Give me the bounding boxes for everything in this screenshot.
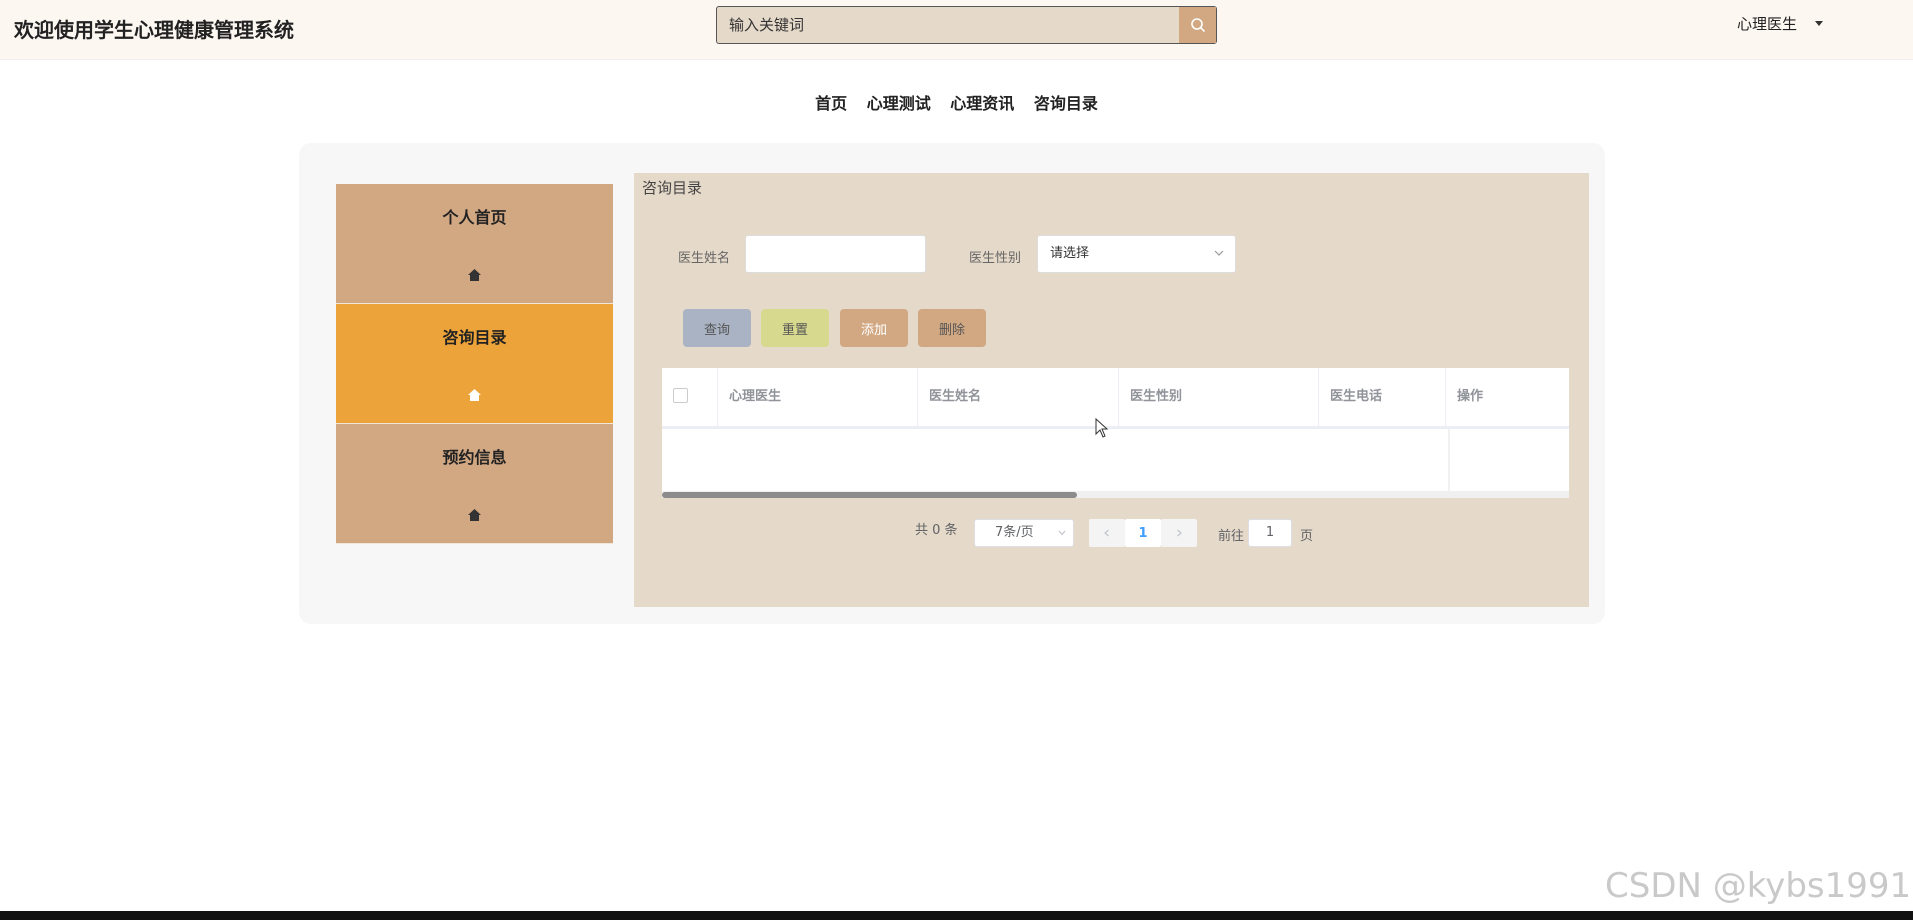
main-nav: 首页 心理测试 心理资讯 咨询目录 — [0, 90, 1913, 114]
delete-button[interactable]: 删除 — [918, 309, 986, 347]
chevron-down-icon — [1058, 530, 1066, 536]
table-scrollbar[interactable] — [662, 492, 1077, 498]
search-button[interactable] — [1179, 7, 1216, 43]
sidebar-item-personal-home[interactable]: 个人首页 — [336, 184, 613, 304]
mouse-cursor-icon — [1095, 418, 1109, 438]
sidebar-item-label: 个人首页 — [442, 208, 507, 227]
chevron-down-icon — [1214, 250, 1224, 256]
doctor-name-label: 医生姓名 — [678, 251, 731, 266]
page-size-select[interactable]: 7条/页 — [974, 519, 1074, 547]
doctor-gender-select[interactable]: 请选择 — [1037, 235, 1236, 273]
query-button[interactable]: 查询 — [683, 309, 751, 347]
main-panel: 个人首页 咨询目录 预约信息 咨询目录 医生姓名 医生性别 请选择 查询 重置 … — [299, 143, 1605, 624]
app-title: 欢迎使用学生心理健康管理系统 — [14, 18, 294, 42]
content-title: 咨询目录 — [642, 179, 703, 197]
bottom-bar — [0, 911, 1913, 920]
column-header: 心理医生 — [718, 368, 918, 426]
nav-psych-test[interactable]: 心理测试 — [867, 94, 931, 113]
page-number[interactable]: 1 — [1125, 519, 1161, 547]
next-page-button[interactable] — [1161, 519, 1197, 547]
goto-page-input[interactable]: 1 — [1248, 519, 1292, 547]
nav-psych-news[interactable]: 心理资讯 — [950, 94, 1014, 113]
sidebar-item-label: 咨询目录 — [442, 328, 507, 347]
add-button[interactable]: 添加 — [840, 309, 908, 347]
table-header: 心理医生 医生姓名 医生性别 医生电话 操作 — [662, 368, 1569, 429]
caret-down-icon — [1815, 21, 1824, 26]
fixed-column-divider — [1448, 429, 1450, 494]
goto-label: 前往 — [1218, 529, 1245, 544]
search-box — [716, 6, 1217, 44]
search-input[interactable] — [717, 7, 1180, 43]
doctor-name-input[interactable] — [745, 235, 926, 273]
user-menu[interactable]: 心理医生 — [1737, 13, 1824, 34]
data-table: 心理医生 医生姓名 医生性别 医生电话 操作 — [662, 368, 1569, 498]
home-icon — [468, 389, 481, 401]
home-icon — [468, 269, 481, 281]
search-icon — [1190, 18, 1205, 33]
column-header: 医生姓名 — [918, 368, 1119, 426]
total-count: 共 0 条 — [915, 523, 958, 538]
home-icon — [468, 509, 481, 521]
top-bar: 欢迎使用学生心理健康管理系统 心理医生 — [0, 0, 1913, 60]
sidebar-item-consult-directory[interactable]: 咨询目录 — [336, 304, 613, 424]
user-label: 心理医生 — [1737, 15, 1798, 33]
doctor-gender-label: 医生性别 — [969, 251, 1022, 266]
prev-page-button[interactable] — [1089, 519, 1125, 547]
page-suffix: 页 — [1300, 529, 1314, 544]
content-area: 咨询目录 医生姓名 医生性别 请选择 查询 重置 添加 删除 心理医生 医生姓名… — [634, 173, 1589, 607]
select-all-checkbox[interactable] — [673, 388, 688, 403]
nav-home[interactable]: 首页 — [815, 94, 847, 113]
page-size-value: 7条/页 — [995, 525, 1034, 540]
column-header: 医生性别 — [1119, 368, 1319, 426]
select-all-cell — [662, 368, 718, 426]
watermark: CSDN @kybs1991 — [1605, 866, 1912, 906]
nav-consult-directory[interactable]: 咨询目录 — [1034, 94, 1098, 113]
chevron-left-icon — [1104, 529, 1109, 537]
sidebar: 个人首页 咨询目录 预约信息 — [336, 184, 613, 544]
reset-button[interactable]: 重置 — [761, 309, 829, 347]
sidebar-item-label: 预约信息 — [442, 448, 507, 467]
select-placeholder: 请选择 — [1050, 246, 1090, 261]
column-header: 医生电话 — [1319, 368, 1446, 426]
column-header: 操作 — [1457, 389, 1484, 404]
chevron-right-icon — [1177, 529, 1182, 537]
sidebar-item-appointments[interactable]: 预约信息 — [336, 424, 613, 544]
